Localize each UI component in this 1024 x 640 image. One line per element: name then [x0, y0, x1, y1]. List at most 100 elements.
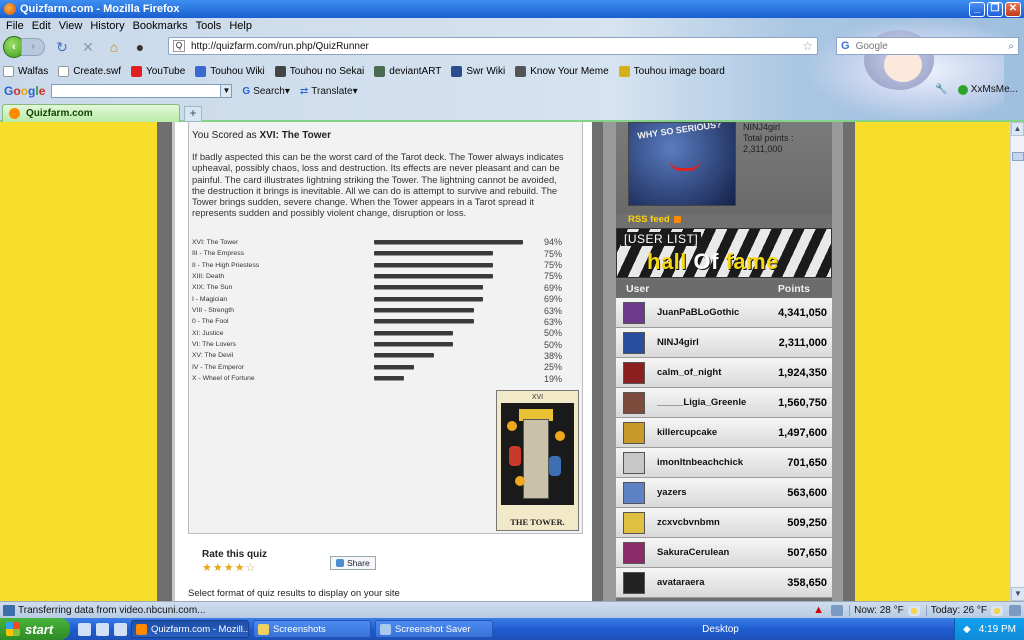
bookmark-youtube[interactable]: YouTube — [131, 65, 185, 77]
google-search-button[interactable]: G Search ▾ — [242, 86, 290, 97]
user-avatar[interactable] — [623, 451, 645, 474]
leaderboard-username[interactable]: yazers — [657, 487, 765, 498]
bookmark-swr-wiki[interactable]: Swr Wiki — [451, 65, 505, 77]
leaderboard-row[interactable]: imonltnbeachchick 701,650 — [616, 448, 832, 478]
leaderboard-username[interactable]: calm_of_night — [657, 367, 765, 378]
bookmark-create-swf[interactable]: Create.swf — [58, 65, 121, 77]
result-description: If badly aspected this can be the worst … — [192, 151, 564, 219]
star-icon[interactable]: ★ — [224, 562, 235, 574]
google-search-dropdown[interactable]: ▼ — [220, 84, 233, 98]
stop-icon[interactable]: ✕ — [79, 38, 97, 56]
close-button[interactable]: ✕ — [1005, 1, 1021, 17]
quicklaunch-folder-icon[interactable] — [96, 622, 109, 636]
leaderboard-username[interactable]: _____Ligia_Greenle — [657, 397, 765, 408]
star-icon[interactable]: ★ — [202, 562, 213, 574]
translate-button[interactable]: ⇄ Translate ▾ — [300, 86, 358, 97]
leaderboard-row[interactable]: avataraera 358,650 — [616, 568, 832, 598]
forward-button[interactable]: › — [21, 38, 45, 56]
star-icon[interactable]: ☆ — [246, 562, 257, 574]
leaderboard-points: 563,600 — [787, 486, 827, 499]
status-text: Transferring data from video.nbcuni.com.… — [18, 604, 206, 616]
new-tab-button[interactable]: + — [184, 106, 202, 122]
result-label: VIII - Strength — [192, 307, 234, 315]
scroll-up-arrow[interactable]: ▲ — [1011, 122, 1024, 136]
tray-icon[interactable]: ◆ — [963, 624, 971, 635]
search-icon[interactable]: ⌕ — [1008, 41, 1014, 52]
menu-history[interactable]: History — [88, 20, 130, 32]
leaderboard-username[interactable]: imonltnbeachchick — [657, 457, 765, 468]
menu-view[interactable]: View — [57, 20, 89, 32]
user-avatar-image[interactable]: WHY SO SERIOUS? — [628, 122, 736, 206]
warning-icon[interactable]: ▲ — [813, 605, 825, 616]
star-icon[interactable]: ★ — [235, 562, 246, 574]
user-avatar[interactable] — [623, 331, 645, 354]
google-search-input[interactable] — [51, 84, 222, 98]
minimize-button[interactable]: _ — [969, 1, 985, 17]
quicklaunch-media-icon[interactable] — [114, 622, 127, 636]
menu-bookmarks[interactable]: Bookmarks — [131, 20, 194, 32]
reload-icon[interactable]: ↻ — [53, 38, 71, 56]
bookmark-touhou-no-sekai[interactable]: Touhou no Sekai — [274, 65, 364, 77]
search-box[interactable]: G Google ⌕ — [836, 37, 1019, 55]
quicklaunch-ie-icon[interactable] — [78, 622, 91, 636]
tab-quizfarm[interactable]: Quizfarm.com — [2, 104, 180, 122]
leaderboard-points: 1,924,350 — [778, 366, 827, 379]
menu-help[interactable]: Help — [227, 20, 258, 32]
leaderboard-row[interactable]: _____Ligia_Greenle 1,560,750 — [616, 388, 832, 418]
result-bar-track — [374, 285, 544, 290]
menu-tools[interactable]: Tools — [194, 20, 228, 32]
result-percent: 63% — [544, 305, 563, 316]
user-avatar[interactable] — [623, 541, 645, 564]
leaderboard-username[interactable]: JuanPaBLoGothic — [657, 307, 765, 318]
weather-today[interactable]: Today: 26 °F — [925, 605, 1003, 616]
restore-button[interactable]: ❐ — [987, 1, 1003, 17]
user-avatar[interactable] — [623, 571, 645, 594]
messenger-status[interactable]: 🔧 XxMsMe... — [935, 84, 1018, 95]
page-viewport: You Scored as XVI: The Tower If badly as… — [0, 122, 1010, 601]
user-avatar[interactable] — [623, 481, 645, 504]
user-avatar[interactable] — [623, 511, 645, 534]
start-button[interactable]: start — [0, 618, 70, 640]
leaderboard-row[interactable]: calm_of_night 1,924,350 — [616, 358, 832, 388]
menu-edit[interactable]: Edit — [30, 20, 57, 32]
desktop-toolbar-label[interactable]: Desktop — [702, 624, 739, 635]
user-avatar[interactable] — [623, 361, 645, 384]
bookmark-deviantart[interactable]: deviantART — [374, 65, 441, 77]
scroll-thumb[interactable] — [1012, 152, 1024, 161]
leaderboard-username[interactable]: NINJ4girl — [657, 337, 765, 348]
leaderboard-row[interactable]: JuanPaBLoGothic 4,341,050 — [616, 298, 832, 328]
bookmark-touhou-wiki[interactable]: Touhou Wiki — [195, 65, 265, 77]
weather-now[interactable]: Now: 28 °F — [849, 605, 920, 616]
google-search-engine-icon[interactable]: G — [841, 40, 850, 52]
rss-feed-link[interactable]: RSS feed — [628, 214, 681, 225]
bookmark-star-icon[interactable]: ☆ — [802, 39, 813, 53]
bookmark-touhou-image-board[interactable]: Touhou image board — [618, 65, 725, 77]
leaderboard-row[interactable]: yazers 563,600 — [616, 478, 832, 508]
user-avatar[interactable] — [623, 391, 645, 414]
user-avatar[interactable] — [623, 301, 645, 324]
star-icon[interactable]: ★ — [213, 562, 224, 574]
leaderboard-username[interactable]: SakuraCerulean — [657, 547, 765, 558]
bookmark-walfas[interactable]: Walfas — [3, 65, 48, 77]
chat-icon[interactable]: ● — [131, 38, 149, 56]
menu-file[interactable]: File — [4, 20, 30, 32]
scroll-down-arrow[interactable]: ▼ — [1011, 587, 1024, 601]
leaderboard-row[interactable]: SakuraCerulean 507,650 — [616, 538, 832, 568]
leaderboard-username[interactable]: zcxvcbvnbmn — [657, 517, 765, 528]
rating-stars[interactable]: ★★★★☆ — [202, 561, 267, 574]
taskbar-screenshots-window[interactable]: Screenshots — [253, 620, 371, 638]
user-avatar[interactable] — [623, 421, 645, 444]
leaderboard-row[interactable]: NINJ4girl 2,311,000 — [616, 328, 832, 358]
leaderboard-row[interactable]: zcxvcbvnbmn 509,250 — [616, 508, 832, 538]
bookmark-know-your-meme[interactable]: Know Your Meme — [515, 65, 609, 77]
vertical-scrollbar[interactable]: ▲ ▼ — [1010, 122, 1024, 601]
share-button[interactable]: Share — [330, 556, 376, 570]
leaderboard-username[interactable]: killercupcake — [657, 427, 765, 438]
leaderboard-username[interactable]: avataraera — [657, 577, 765, 588]
taskbar-screenshot-saver-window[interactable]: Screenshot Saver — [375, 620, 493, 638]
addon-icon[interactable] — [831, 605, 844, 616]
leaderboard-row[interactable]: killercupcake 1,497,600 — [616, 418, 832, 448]
address-bar[interactable]: Q http://quizfarm.com/run.php/QuizRunner… — [168, 37, 818, 55]
home-icon[interactable]: ⌂ — [105, 38, 123, 56]
taskbar-firefox-window[interactable]: Quizfarm.com - Mozill... — [131, 620, 249, 638]
